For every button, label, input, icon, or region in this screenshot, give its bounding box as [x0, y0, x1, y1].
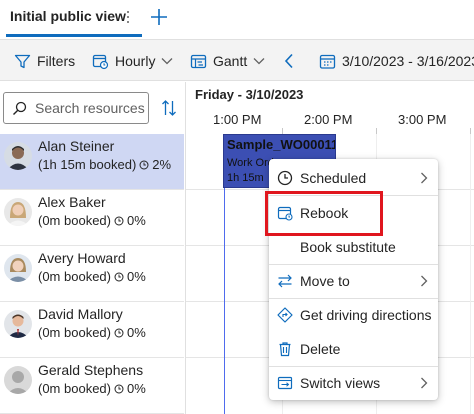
chevron-down-icon	[162, 58, 173, 65]
timeline-date: Friday - 3/10/2023	[195, 87, 304, 102]
directions-icon	[277, 307, 293, 323]
timeline-header: Friday - 3/10/2023 1:00 PM 2:00 PM 3:00 …	[185, 82, 474, 136]
clock-icon	[277, 170, 293, 186]
search-resources-input[interactable]: Search resources	[3, 92, 149, 124]
more-vertical-icon[interactable]	[124, 8, 132, 26]
clock-icon	[114, 216, 124, 225]
menu-item-delete[interactable]: Delete	[269, 332, 438, 366]
time-slot-label: 3:00 PM	[398, 112, 447, 127]
resource-name: Avery Howard	[38, 250, 126, 266]
date-range-label: 3/10/2023 - 3/16/2023	[342, 53, 474, 69]
hourly-label: Hourly	[115, 53, 156, 69]
switch-views-icon	[277, 376, 293, 390]
resource-row[interactable]: Alex Baker (0m booked) 0%	[0, 190, 184, 246]
filter-icon	[14, 54, 31, 68]
chevron-right-icon	[421, 377, 428, 389]
menu-item-label: Scheduled	[300, 170, 367, 186]
search-icon	[13, 101, 27, 115]
resource-name: Alex Baker	[38, 194, 106, 210]
resource-row[interactable]: Gerald Stephens (0m booked) 0%	[0, 358, 184, 414]
resource-name: Gerald Stephens	[38, 362, 144, 378]
chevron-right-icon	[421, 172, 428, 184]
menu-item-get-driving-directions[interactable]: Get driving directions	[269, 298, 438, 332]
menu-item-label: Get driving directions	[300, 307, 432, 323]
filters-label: Filters	[37, 53, 76, 69]
trash-icon	[279, 342, 291, 357]
resource-name: Alan Steiner	[38, 138, 115, 154]
menu-item-label: Delete	[300, 341, 341, 357]
resource-booking-summary: (0m booked) 0%	[38, 269, 146, 284]
previous-period-button[interactable]	[284, 40, 294, 82]
add-view-button[interactable]	[150, 4, 168, 32]
resource-row[interactable]: David Mallory (0m booked) 0%	[0, 302, 184, 358]
resource-row[interactable]: Alan Steiner (1h 15m booked) 2%	[0, 134, 184, 190]
calendar-icon	[319, 54, 336, 69]
menu-item-scheduled[interactable]: Scheduled	[269, 161, 438, 195]
clock-icon	[139, 160, 149, 169]
gantt-view-icon	[190, 54, 207, 68]
grid-hour-line	[470, 134, 471, 414]
schedule-toolbar: Filters Hourly Gantt 3/10/2023 - 3/16/20…	[0, 39, 474, 81]
avatar	[4, 366, 32, 394]
resource-booking-summary: (1h 15m booked) 2%	[38, 157, 172, 172]
booking-title: Sample_WO00011	[227, 137, 336, 152]
gantt-label: Gantt	[213, 53, 248, 69]
chevron-down-icon	[253, 58, 265, 65]
date-range-picker[interactable]: 3/10/2023 - 3/16/2023	[319, 40, 474, 82]
resource-name: David Mallory	[38, 306, 123, 322]
booking-duration: 1h 15m	[227, 172, 264, 184]
resource-row[interactable]: Avery Howard (0m booked) 0%	[0, 246, 184, 302]
avatar	[4, 254, 32, 282]
gantt-dropdown[interactable]: Gantt	[190, 40, 265, 82]
search-placeholder: Search resources	[35, 100, 145, 116]
menu-item-move-to[interactable]: Move to	[269, 264, 438, 298]
resource-booking-summary: (0m booked) 0%	[38, 381, 146, 396]
clock-icon	[114, 272, 124, 281]
menu-item-label: Switch views	[300, 375, 381, 391]
sort-button[interactable]	[154, 92, 184, 124]
menu-item-label: Move to	[300, 273, 350, 289]
menu-item-label: Book substitute	[300, 239, 396, 255]
clock-icon	[114, 328, 124, 337]
avatar	[4, 142, 32, 170]
tab-initial-public-view[interactable]: Initial public view	[10, 8, 126, 24]
filters-button[interactable]: Filters	[14, 40, 75, 82]
view-tab-bar: Initial public view	[0, 0, 474, 38]
resource-booking-summary: (0m booked) 0%	[38, 325, 146, 340]
time-slot-label: 1:00 PM	[213, 112, 262, 127]
avatar	[4, 310, 32, 338]
chevron-right-icon	[421, 275, 428, 287]
chevron-left-icon	[284, 53, 293, 69]
time-slot-label: 2:00 PM	[304, 112, 353, 127]
avatar	[4, 198, 32, 226]
active-tab-indicator	[6, 34, 142, 37]
sort-arrows-icon	[162, 100, 176, 116]
rebook-highlight-annotation	[265, 191, 383, 236]
hourly-dropdown[interactable]: Hourly	[92, 40, 173, 82]
arrow-swap-icon	[278, 274, 292, 288]
menu-item-switch-views[interactable]: Switch views	[269, 366, 438, 400]
clock-icon	[114, 384, 124, 393]
resource-booking-summary: (0m booked) 0%	[38, 213, 146, 228]
calendar-clock-icon	[92, 54, 109, 69]
plus-icon	[151, 9, 167, 25]
